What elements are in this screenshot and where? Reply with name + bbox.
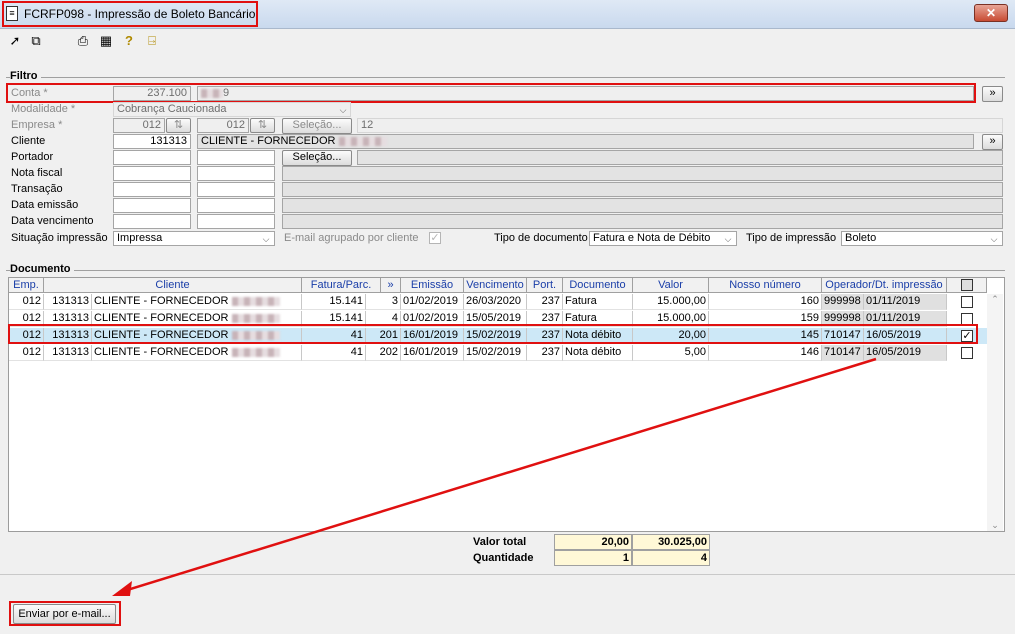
arrow-head <box>112 581 132 596</box>
annotation-arrow <box>112 357 877 596</box>
arrow-line <box>123 357 877 593</box>
